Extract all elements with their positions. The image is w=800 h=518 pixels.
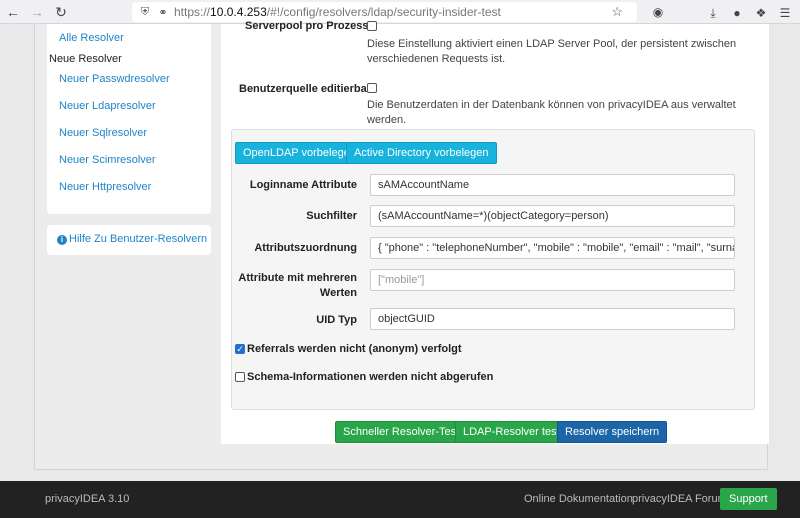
- resolver-sidebar: Alle Resolver Neue Resolver Neuer Passwd…: [47, 24, 211, 214]
- help-link-label: Hilfe Zu Benutzer-Resolvern: [69, 233, 208, 245]
- editable-label: Benutzerquelle editierbar: [239, 83, 372, 95]
- sidebar-new-resolvers-heading: Neue Resolver: [49, 53, 122, 65]
- sidebar-item-ldapresolver[interactable]: Neuer Ldapresolver: [59, 100, 156, 112]
- sidebar-item-sqlresolver[interactable]: Neuer Sqlresolver: [59, 127, 147, 139]
- sidebar-item-passwdresolver[interactable]: Neuer Passwdresolver: [59, 73, 170, 85]
- uidtype-label: UID Typ: [316, 314, 357, 326]
- mapping-label: Attributszuordnung: [254, 242, 357, 254]
- back-arrow-icon[interactable]: ←: [2, 1, 24, 23]
- address-bar[interactable]: ⛨ ⚭ https://10.0.4.253/#!/config/resolve…: [132, 2, 637, 22]
- quick-resolver-test-button[interactable]: Schneller Resolver-Test: [335, 421, 468, 443]
- mapping-input[interactable]: { "phone" : "telephoneNumber", "mobile" …: [370, 237, 735, 259]
- save-resolver-button[interactable]: Resolver speichern: [557, 421, 668, 443]
- browser-toolbar: ← → ↻ ⛨ ⚭ https://10.0.4.253/#!/config/r…: [0, 0, 800, 24]
- menu-icon[interactable]: ☰: [776, 2, 794, 24]
- openldap-preset-button[interactable]: OpenLDAP vorbelegen: [235, 142, 364, 164]
- schema-checkbox[interactable]: [235, 372, 245, 382]
- sidebar-all-resolvers[interactable]: Alle Resolver: [59, 32, 124, 44]
- editable-checkbox[interactable]: [367, 83, 377, 93]
- editable-description: Die Benutzerdaten in der Datenbank könne…: [367, 99, 736, 126]
- pocket-icon[interactable]: ◉: [647, 1, 669, 23]
- download-icon[interactable]: ⤓: [704, 2, 722, 24]
- multivalue-input[interactable]: ["mobile"]: [370, 269, 735, 291]
- serverpool-description: Diese Einstellung aktiviert einen LDAP S…: [367, 38, 737, 65]
- extensions-icon[interactable]: ❖: [752, 2, 770, 24]
- lock-icon[interactable]: ⚭: [156, 6, 170, 19]
- ad-preset-button[interactable]: Active Directory vorbelegen: [346, 142, 497, 164]
- referrals-label: Referrals werden nicht (anonym) verfolgt: [247, 343, 462, 355]
- info-icon: i: [57, 235, 67, 245]
- schema-label: Schema-Informationen werden nicht abgeru…: [247, 371, 494, 383]
- help-box: i Hilfe Zu Benutzer-Resolvern: [47, 225, 211, 255]
- page-content: Alle Resolver Neue Resolver Neuer Passwd…: [34, 20, 769, 470]
- searchfilter-input[interactable]: (sAMAccountName=*)(objectCategory=person…: [370, 205, 735, 227]
- footer-support-button[interactable]: Support: [720, 488, 777, 510]
- uidtype-input[interactable]: objectGUID: [370, 308, 735, 330]
- sidebar-item-httpresolver[interactable]: Neuer Httpresolver: [59, 181, 151, 193]
- toolbar-right: ⤓ ● ❖ ☰: [704, 2, 794, 24]
- account-icon[interactable]: ●: [728, 2, 746, 24]
- ldap-attributes-panel: OpenLDAP vorbelegen Active Directory vor…: [231, 129, 755, 410]
- loginname-input[interactable]: sAMAccountName: [370, 174, 735, 196]
- forward-arrow-icon[interactable]: →: [26, 1, 48, 23]
- url-host: 10.0.4.253: [210, 5, 267, 19]
- searchfilter-label: Suchfilter: [306, 210, 357, 222]
- loginname-label: Loginname Attribute: [249, 179, 357, 191]
- serverpool-checkbox[interactable]: [367, 21, 377, 31]
- multivalue-label-2: Werten: [319, 287, 357, 299]
- bookmark-star-icon[interactable]: ☆: [611, 4, 623, 20]
- sidebar-item-scimresolver[interactable]: Neuer Scimresolver: [59, 154, 156, 166]
- footer-forum-link[interactable]: privacyIDEA Forum: [632, 493, 727, 505]
- url-scheme: https://: [174, 5, 211, 19]
- help-link[interactable]: i Hilfe Zu Benutzer-Resolvern: [57, 233, 207, 245]
- shield-icon[interactable]: ⛨: [138, 6, 152, 19]
- footer-docs-link[interactable]: Online Dokumentation: [524, 493, 633, 505]
- resolver-form: Serverpool pro Prozess Diese Einstellung…: [221, 20, 769, 444]
- referrals-checkbox[interactable]: ✓: [235, 344, 245, 354]
- footer-brand: privacyIDEA 3.10: [45, 493, 130, 505]
- url-path: /#!/config/resolvers/ldap/security-insid…: [266, 5, 501, 19]
- reload-icon[interactable]: ↻: [50, 1, 72, 23]
- multivalue-label-1: Attribute mit mehreren: [238, 272, 357, 284]
- serverpool-label: Serverpool pro Prozess: [245, 20, 369, 32]
- footer: privacyIDEA 3.10 Online Dokumentation pr…: [0, 481, 800, 518]
